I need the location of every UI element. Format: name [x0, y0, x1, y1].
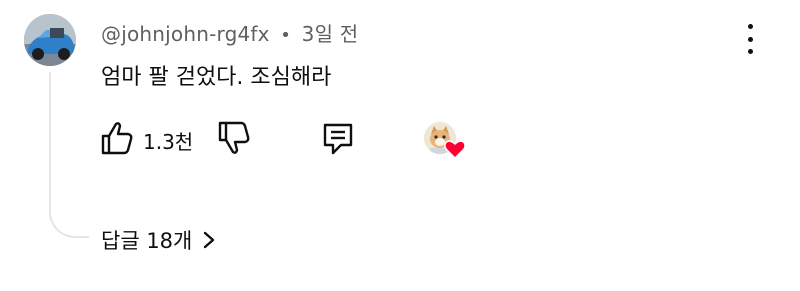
replies-label: 답글 18개 — [101, 229, 193, 253]
comment-thread: @johnjohn-rg4fx • 3일 전 엄마 팔 걷었다. 조심해라 1.… — [0, 0, 800, 291]
like-button[interactable] — [100, 120, 134, 160]
reply-button[interactable] — [320, 120, 356, 160]
thumbs-up-icon — [101, 122, 133, 155]
heart-icon — [444, 140, 466, 159]
comment-icon — [323, 123, 353, 155]
comment-time[interactable]: 3일 전 — [302, 22, 359, 46]
comment-meta: @johnjohn-rg4fx • 3일 전 — [101, 18, 358, 47]
meta-separator: • — [280, 25, 292, 46]
dislike-button[interactable] — [217, 120, 251, 160]
more-dot — [747, 36, 753, 42]
more-dot — [747, 24, 753, 29]
more-dot — [747, 49, 753, 54]
author-avatar[interactable] — [24, 14, 76, 66]
like-count: 1.3천 — [143, 130, 194, 154]
author-handle[interactable]: @johnjohn-rg4fx — [101, 22, 270, 46]
author-avatar-image — [24, 14, 76, 66]
comment-text: 엄마 팔 걷었다. 조심해라 — [101, 65, 332, 90]
thumbs-down-icon — [218, 121, 250, 154]
creator-heart-badge — [424, 122, 468, 162]
thread-line — [49, 72, 89, 238]
view-replies-button[interactable]: 답글 18개 — [101, 225, 216, 255]
more-vertical-icon[interactable] — [738, 22, 762, 56]
chevron-right-icon — [204, 231, 215, 249]
